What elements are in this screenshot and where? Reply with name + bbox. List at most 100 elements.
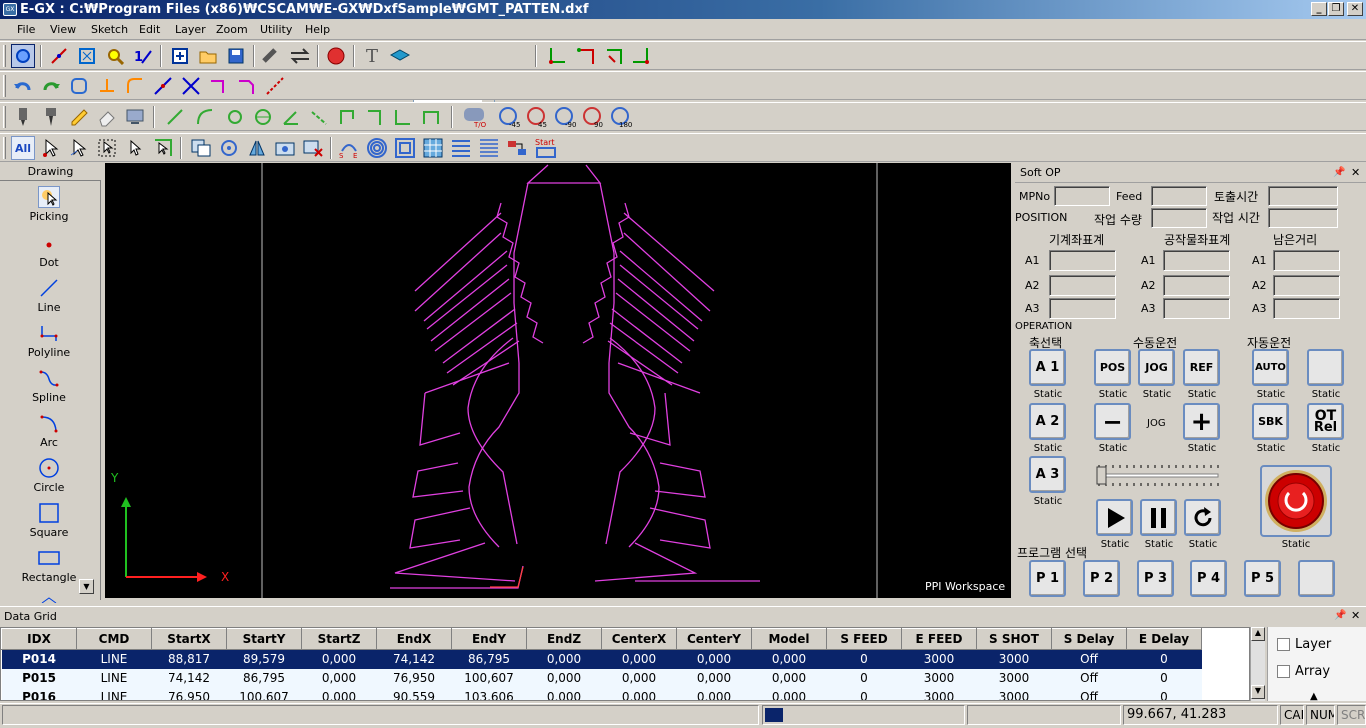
scale-one-icon[interactable]: 1 (131, 44, 155, 68)
swap-arrows-icon[interactable] (288, 44, 312, 68)
scroll-down-icon[interactable]: ▼ (1251, 685, 1265, 699)
table-row[interactable]: P015 LINE 74,142 86,795 0,000 76,950 100,607 0,… (1, 668, 1202, 688)
intersect-icon[interactable] (179, 74, 203, 98)
reset-button[interactable] (1184, 499, 1221, 536)
select-cursor-icon[interactable] (123, 136, 147, 160)
array-icon[interactable] (273, 136, 297, 160)
nozzle-icon-1[interactable] (11, 105, 35, 129)
jog-speed-slider[interactable] (1096, 461, 1220, 489)
tool-dot[interactable]: Dot (0, 232, 98, 269)
scroll-up-icon[interactable]: ▲ (1251, 627, 1265, 641)
pocket-icon[interactable] (393, 136, 417, 160)
origin-icon-3[interactable] (601, 44, 625, 68)
select-chain-icon[interactable] (151, 136, 175, 160)
close-button[interactable]: ✕ (1347, 2, 1363, 16)
tool-on-off-icon[interactable]: T/O (461, 105, 489, 129)
dim-angle-icon[interactable] (279, 105, 303, 129)
rotate-minus45-icon[interactable]: -45 (497, 105, 521, 129)
tool-line[interactable]: Line (0, 277, 98, 314)
scroll-down-icon[interactable]: ▼ (79, 579, 94, 594)
column-header[interactable]: EndY (451, 628, 527, 650)
rotate-icon[interactable] (217, 136, 241, 160)
mirror-icon[interactable] (245, 136, 269, 160)
minimize-button[interactable]: _ (1311, 2, 1327, 16)
tool-circle[interactable]: Circle (0, 457, 98, 494)
pin-icon[interactable]: 📌 (1334, 610, 1346, 621)
extend-icon[interactable] (151, 74, 175, 98)
menu-view[interactable]: View (45, 22, 81, 38)
table-row[interactable]: P016 LINE 76,950 100,607 0,000 90,559 103,606 0… (1, 687, 1202, 700)
app-icon[interactable]: GX (3, 3, 17, 16)
tool-arc[interactable]: Arc (0, 412, 98, 449)
dim-linear-icon[interactable] (163, 105, 187, 129)
rotate-45-icon[interactable]: 45 (525, 105, 549, 129)
column-header[interactable]: StartY (226, 628, 302, 650)
new-file-icon[interactable] (168, 44, 192, 68)
menu-help[interactable]: Help (300, 22, 335, 38)
sequence-icon[interactable] (505, 136, 529, 160)
origin-icon-2[interactable] (573, 44, 597, 68)
jog-plus-button[interactable]: + (1183, 403, 1220, 440)
text-tool-icon[interactable]: T (360, 44, 384, 68)
rotate-minus90-icon[interactable]: -90 (553, 105, 577, 129)
pencil-icon[interactable] (67, 105, 91, 129)
column-header[interactable]: CMD (76, 628, 152, 650)
jog-minus-button[interactable]: − (1094, 403, 1131, 440)
rotate-180-icon[interactable]: 180 (609, 105, 633, 129)
column-header[interactable]: S Delay (1051, 628, 1127, 650)
origin-icon-4[interactable] (629, 44, 653, 68)
program-p4-button[interactable]: P 4 (1190, 560, 1227, 597)
dim-diameter-icon[interactable] (251, 105, 275, 129)
eraser-icon[interactable] (95, 105, 119, 129)
transfer-icon[interactable] (259, 44, 283, 68)
rotate-90-icon[interactable]: 90 (581, 105, 605, 129)
stop-record-icon[interactable] (324, 44, 348, 68)
column-header[interactable]: S FEED (826, 628, 902, 650)
dim-ordinate-icon[interactable] (391, 105, 415, 129)
zoom-fit-icon[interactable] (75, 44, 99, 68)
column-header[interactable]: EndZ (526, 628, 602, 650)
a1-button[interactable]: A 1 (1029, 349, 1066, 386)
layer-checkbox[interactable] (1277, 638, 1290, 651)
monitor-icon[interactable] (123, 105, 147, 129)
column-header[interactable]: E Delay (1126, 628, 1202, 650)
program-p5-button[interactable]: P 5 (1244, 560, 1281, 597)
column-header[interactable]: CenterY (676, 628, 752, 650)
column-header[interactable]: Model (751, 628, 827, 650)
column-header[interactable]: StartX (151, 628, 227, 650)
redo-icon[interactable] (39, 74, 63, 98)
auto-button[interactable]: AUTO (1252, 349, 1289, 386)
close-icon[interactable]: ✕ (1351, 166, 1360, 179)
menu-edit[interactable]: Edit (134, 22, 165, 38)
hatch-lines-icon[interactable] (477, 136, 501, 160)
pin-icon[interactable]: 📌 (1333, 167, 1345, 178)
select-vertex-icon[interactable] (67, 136, 91, 160)
undo-icon[interactable] (11, 74, 35, 98)
data-grid[interactable]: IDX CMD StartX StartY StartZ EndX EndY E… (0, 627, 1250, 701)
select-point-icon[interactable] (39, 136, 63, 160)
save-icon[interactable] (224, 44, 248, 68)
column-header[interactable]: StartZ (301, 628, 377, 650)
trim-icon[interactable] (47, 44, 71, 68)
program-p1-button[interactable]: P 1 (1029, 560, 1066, 597)
divide-icon[interactable] (263, 74, 287, 98)
tool-picking[interactable]: Picking (0, 186, 98, 223)
sbk-button[interactable]: SBK (1252, 403, 1289, 440)
dim-aligned-icon[interactable] (307, 105, 331, 129)
cad-viewport[interactable]: Y X PPI Workspace (105, 163, 1011, 598)
hatch-h-icon[interactable] (449, 136, 473, 160)
perpendicular-icon[interactable] (95, 74, 119, 98)
tool-polyline[interactable]: Polyline (0, 322, 98, 359)
nozzle-icon-2[interactable] (39, 105, 63, 129)
chamfer-icon[interactable] (235, 74, 259, 98)
dim-arc-icon[interactable] (193, 105, 217, 129)
dim-baseline-icon[interactable] (419, 105, 443, 129)
blank-auto-button[interactable] (1307, 349, 1344, 386)
column-header[interactable]: CenterX (601, 628, 677, 650)
corner-icon[interactable] (207, 74, 231, 98)
menu-zoom[interactable]: Zoom (211, 22, 253, 38)
copy-move-icon[interactable] (189, 136, 213, 160)
dim-radius-icon[interactable] (223, 105, 247, 129)
offset-icon[interactable] (67, 74, 91, 98)
menu-file[interactable]: File (12, 22, 40, 38)
